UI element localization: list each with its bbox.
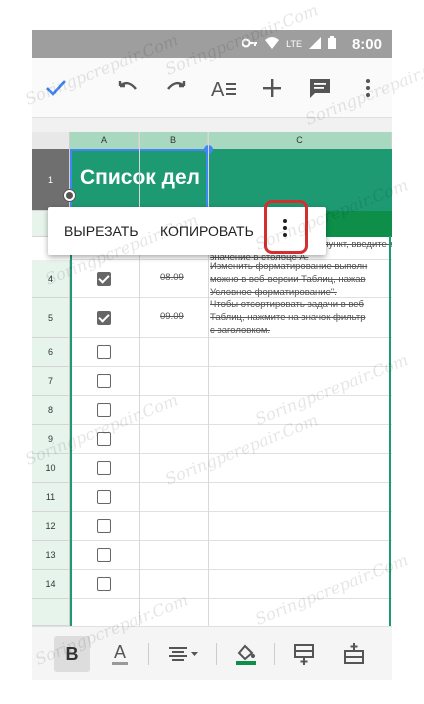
phone-screen: LTE 8:00 A A B C 1 Список дел пункт, вве… (32, 30, 392, 680)
text-color-button[interactable]: A (102, 636, 138, 672)
column-header-a[interactable]: A (70, 132, 139, 149)
row-header-10[interactable]: 10 (32, 454, 70, 483)
top-toolbar: A (32, 58, 392, 118)
toolbar-divider (148, 643, 149, 665)
row-header-5[interactable]: 5 (32, 298, 70, 338)
insert-row-icon (294, 644, 314, 665)
formatting-bar: B A (32, 626, 392, 680)
selection-handle-left[interactable] (64, 190, 75, 201)
task-date: 08.09 (160, 272, 184, 283)
status-time: 8:00 (351, 36, 382, 53)
task-text: Чтобы отсортировать задачи в веб Таблиц,… (210, 299, 366, 336)
bold-button[interactable]: B (54, 636, 90, 672)
redo-icon[interactable] (158, 70, 194, 106)
table-row[interactable] (70, 425, 392, 454)
task-checkbox[interactable] (97, 432, 111, 446)
task-checkbox[interactable] (97, 519, 111, 533)
task-checkbox-checked[interactable] (97, 272, 111, 286)
row-header-15[interactable] (32, 599, 70, 626)
copy-menu-item[interactable]: КОПИРОВАТЬ (160, 207, 254, 255)
overflow-menu-icon[interactable] (350, 70, 386, 106)
task-checkbox-checked[interactable] (97, 311, 111, 325)
undo-icon[interactable] (110, 70, 146, 106)
sheet-top-gap (32, 118, 392, 132)
task-checkbox[interactable] (97, 403, 111, 417)
task-checkbox[interactable] (97, 461, 111, 475)
spreadsheet-grid[interactable]: A B C 1 Список дел пункт, введите д знач… (32, 118, 392, 626)
row-header-6[interactable]: 6 (32, 338, 70, 367)
table-row[interactable] (70, 483, 392, 512)
status-bar: LTE 8:00 (32, 30, 392, 58)
text-format-icon[interactable]: A (206, 70, 242, 106)
fill-color-icon (236, 644, 256, 665)
row-header-13[interactable]: 13 (32, 541, 70, 570)
toolbar-divider (274, 643, 275, 665)
bold-icon: B (65, 643, 79, 664)
cut-menu-item[interactable]: ВЫРЕЗАТЬ (64, 207, 139, 255)
task-checkbox[interactable] (97, 548, 111, 562)
signal-icon (309, 36, 321, 52)
svg-text:A: A (211, 79, 225, 99)
table-row[interactable] (70, 367, 392, 396)
insert-row-button[interactable] (286, 636, 322, 672)
row-header-8[interactable]: 8 (32, 396, 70, 425)
selection-border (70, 236, 72, 626)
row-header-9[interactable]: 9 (32, 425, 70, 454)
lte-label: LTE (286, 39, 302, 49)
add-icon[interactable] (254, 70, 290, 106)
battery-icon (328, 36, 336, 52)
toolbar-divider (216, 643, 217, 665)
row-header-1[interactable]: 1 (32, 149, 70, 211)
row-header-12[interactable]: 12 (32, 512, 70, 541)
table-row[interactable] (70, 541, 392, 570)
task-text: Изменить форматирование выполн можно в в… (210, 261, 368, 298)
task-checkbox[interactable] (97, 374, 111, 388)
table-row[interactable] (70, 454, 392, 483)
row-header-7[interactable]: 7 (32, 367, 70, 396)
row-header-14[interactable]: 14 (32, 570, 70, 599)
insert-row-above-button[interactable] (336, 636, 372, 672)
align-icon (169, 647, 198, 661)
task-checkbox[interactable] (97, 345, 111, 359)
comment-icon[interactable] (302, 70, 338, 106)
table-row[interactable] (70, 570, 392, 599)
table-row[interactable] (70, 512, 392, 541)
fill-color-button[interactable] (228, 636, 264, 672)
table-row[interactable] (70, 338, 392, 367)
status-icons: LTE (241, 36, 336, 52)
task-checkbox[interactable] (97, 490, 111, 504)
corner-cell[interactable] (32, 132, 70, 149)
key-icon (241, 37, 258, 51)
task-date: 09.09 (160, 311, 184, 322)
table-row[interactable] (70, 396, 392, 425)
column-header-b[interactable]: B (139, 132, 208, 149)
align-button[interactable] (162, 636, 206, 672)
text-color-icon: A (112, 643, 128, 665)
row-header-11[interactable]: 11 (32, 483, 70, 512)
table-row[interactable]: 08.09 Изменить форматирование выполн мож… (70, 260, 392, 298)
task-checkbox[interactable] (97, 577, 111, 591)
done-check-icon[interactable] (38, 70, 74, 106)
insert-row-above-icon (344, 643, 364, 664)
row-header-4[interactable]: 4 (32, 260, 70, 298)
table-row[interactable]: 09.09 Чтобы отсортировать задачи в веб Т… (70, 298, 392, 338)
highlight-frame (264, 200, 308, 254)
selection-border (389, 236, 391, 626)
wifi-icon (265, 36, 280, 52)
column-header-c[interactable]: C (208, 132, 392, 149)
